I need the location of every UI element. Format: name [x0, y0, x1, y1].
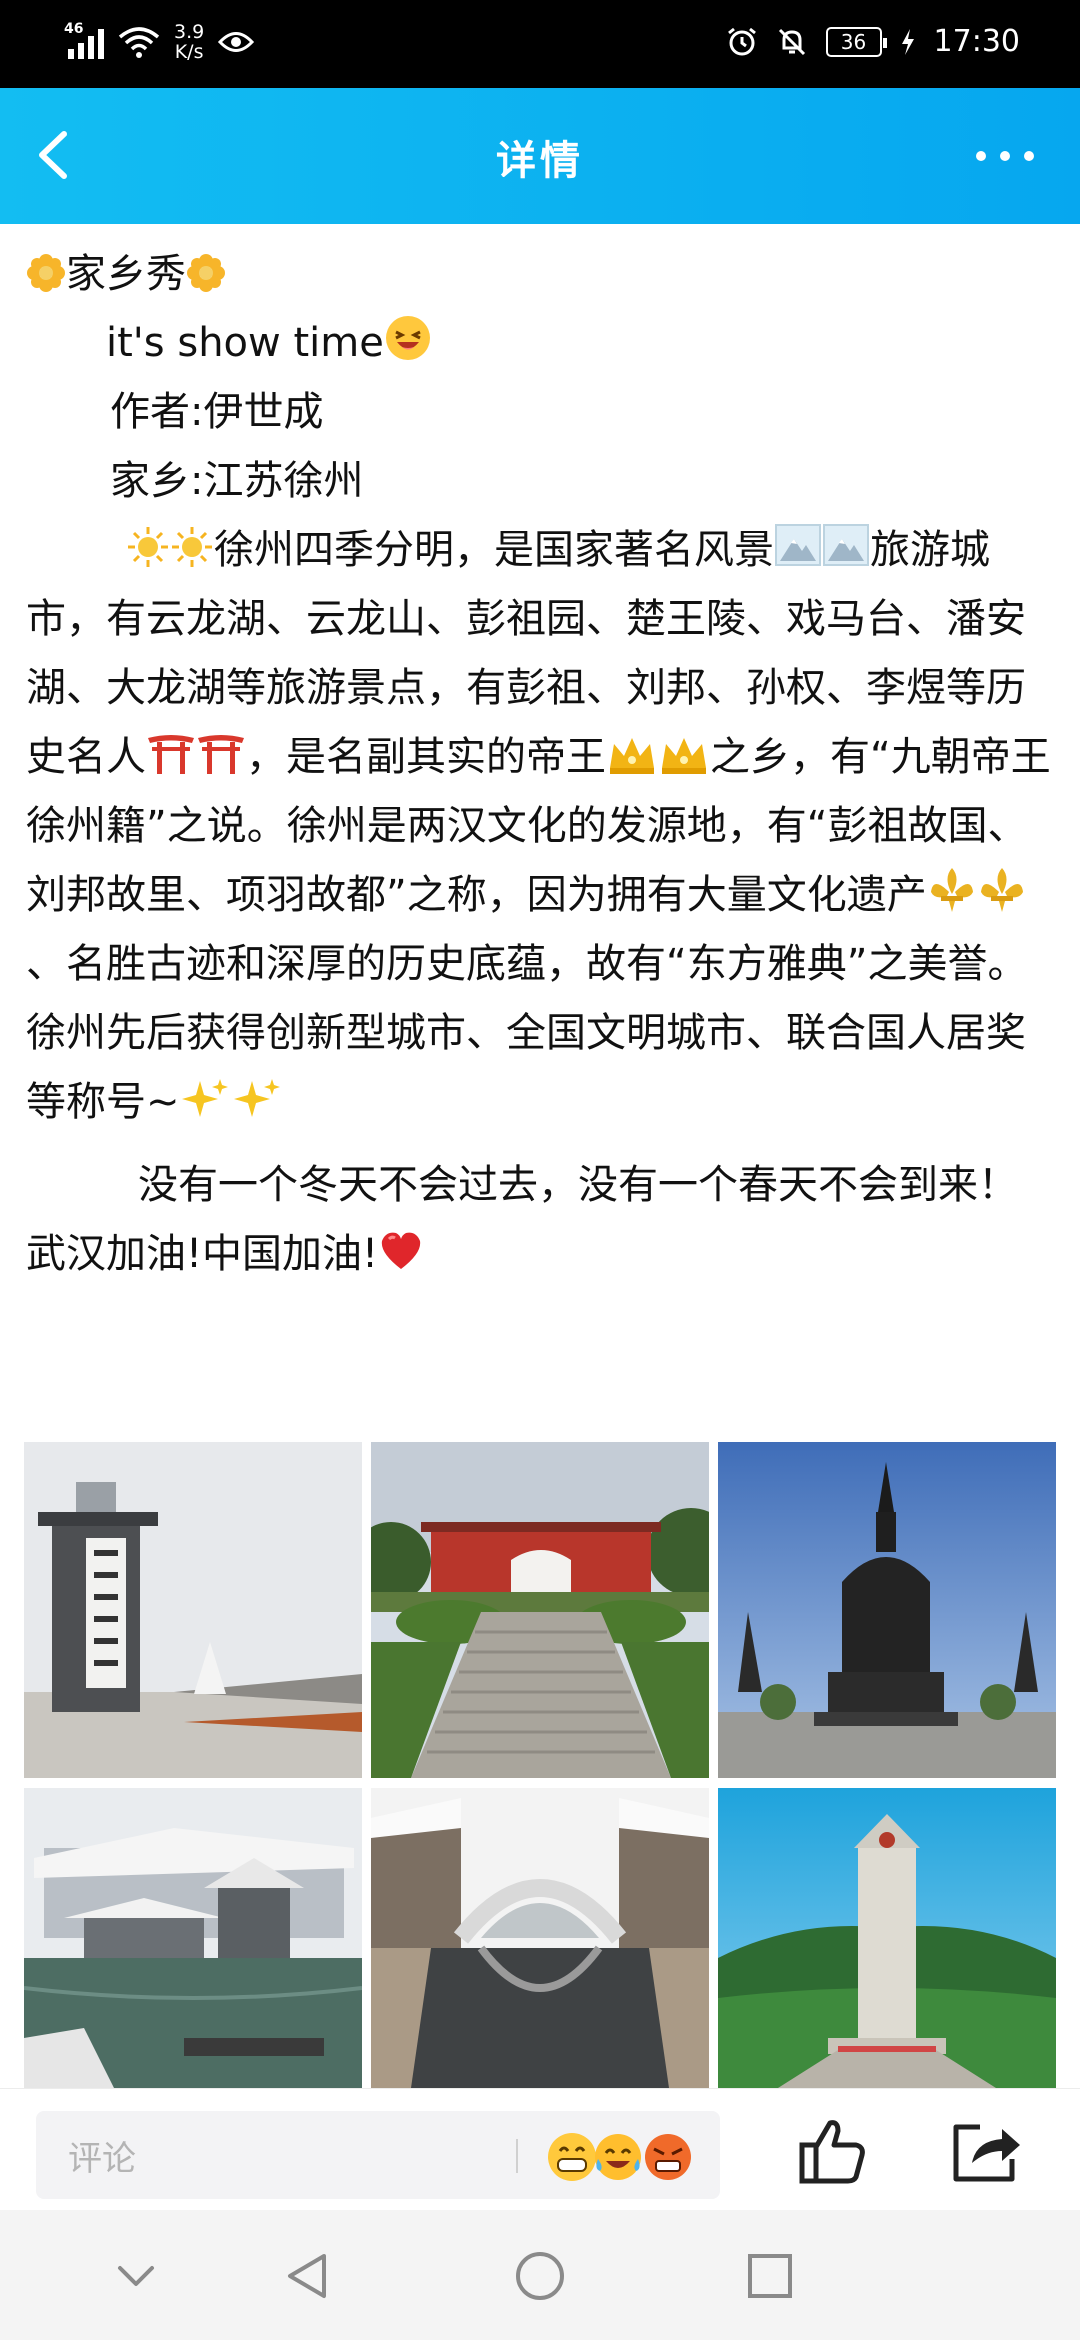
- photo-park-gate[interactable]: [24, 1442, 362, 1778]
- comment-input[interactable]: 评论: [36, 2111, 720, 2199]
- post-title: 家乡秀: [66, 251, 186, 297]
- intro-text-e: 、名胜古迹和深厚的历史底蕴，故有“东方雅典”之美誉。徐州先后获得创新型城市、全国…: [26, 941, 1028, 1125]
- photo-red-gate[interactable]: [371, 1442, 709, 1778]
- photo-canal-bridge[interactable]: [371, 1788, 709, 2088]
- sparkles-icon: [233, 1079, 280, 1117]
- tagline: it's show time: [106, 320, 384, 366]
- post-title-line: 家乡秀: [26, 240, 1056, 309]
- park-gate-photo: [24, 1442, 362, 1778]
- photo-snow-pavilion[interactable]: [24, 1788, 362, 2088]
- speed-value: 3.9: [174, 21, 205, 43]
- nav-back-icon[interactable]: [280, 2248, 336, 2304]
- memorial-tower-photo: [718, 1788, 1056, 2088]
- post-content: 家乡秀 it's show time 作者:伊世成 家乡:江苏徐州 徐州四季分明…: [26, 240, 1056, 1289]
- torii-gate-icon: [148, 735, 194, 774]
- more-options-icon[interactable]: [976, 138, 1040, 174]
- crown-icon: [662, 738, 706, 774]
- collapse-chevron-icon[interactable]: [108, 2248, 164, 2304]
- mountain-picture-icon: [823, 524, 869, 566]
- thumbs-up-icon[interactable]: [796, 2115, 868, 2187]
- blossom-icon: [27, 254, 65, 292]
- network-type: 46: [64, 21, 84, 37]
- grin-face-icon: [548, 2133, 596, 2181]
- red-heart-icon: [381, 1232, 421, 1269]
- canal-bridge-photo: [371, 1788, 709, 2088]
- snow-pavilion-lake-photo: [24, 1788, 362, 2088]
- fleur-de-lis-icon: [930, 868, 973, 912]
- eye-icon: [218, 32, 255, 52]
- battery-icon: 36: [825, 26, 887, 57]
- share-icon[interactable]: [950, 2119, 1024, 2185]
- tagline-line: it's show time: [26, 309, 1056, 378]
- nav-recents-icon[interactable]: [742, 2248, 798, 2304]
- tears-of-joy-icon: [595, 2134, 641, 2180]
- speed-unit: K/s: [174, 41, 204, 63]
- alarm-icon: [727, 27, 756, 55]
- network-speed: 3.9 K/s: [174, 22, 204, 62]
- closing-paragraph: 没有一个冬天不会过去，没有一个春天不会到来！武汉加油!中国加油!: [26, 1151, 1056, 1289]
- mute-bell-icon: [778, 28, 805, 55]
- crown-icon: [610, 738, 654, 774]
- photo-pagoda[interactable]: [718, 1442, 1056, 1778]
- sun-icon: [128, 527, 168, 567]
- nav-home-icon[interactable]: [512, 2248, 568, 2304]
- emoji-picker-icon[interactable]: [544, 2129, 700, 2185]
- comment-divider: [516, 2139, 518, 2173]
- app-header: 详情: [0, 88, 1080, 224]
- mountain-picture-icon: [775, 524, 821, 566]
- closing-text: 没有一个冬天不会过去，没有一个春天不会到来！武汉加油!中国加油!: [26, 1162, 1018, 1277]
- signal-icon: 46: [64, 21, 104, 59]
- hometown-line: 家乡:江苏徐州: [110, 458, 364, 504]
- author-line: 作者:伊世成: [110, 389, 324, 435]
- battery-level: 36: [840, 29, 867, 54]
- sun-icon: [172, 527, 212, 567]
- bottom-action-bar: 评论: [0, 2088, 1080, 2210]
- system-nav-bar: [0, 2210, 1080, 2340]
- fleur-de-lis-icon: [980, 868, 1023, 912]
- intro-paragraph: 徐州四季分明，是国家著名风景 旅游城市，有云龙湖、云龙山、彭祖园、楚王陵、戏马台…: [26, 516, 1056, 1137]
- comment-placeholder: 评论: [68, 2139, 136, 2179]
- grinning-face-icon: [385, 316, 430, 360]
- clock: 17:30: [933, 24, 1020, 59]
- torii-gate-icon: [198, 735, 244, 774]
- wifi-icon: [118, 27, 160, 58]
- red-gate-stairs-photo: [371, 1442, 709, 1778]
- status-bar: 46 3.9 K/s 36 17:30: [0, 0, 1080, 88]
- intro-text-a: 徐州四季分明，是国家著名风景: [214, 527, 774, 573]
- photo-memorial-tower[interactable]: [718, 1788, 1056, 2088]
- pagoda-monument-photo: [718, 1442, 1056, 1778]
- sparkles-icon: [181, 1079, 228, 1117]
- angry-face-icon: [645, 2134, 691, 2180]
- intro-text-c: ，是名副其实的帝王: [246, 734, 606, 780]
- blossom-icon: [187, 254, 225, 292]
- page-title: 详情: [496, 138, 584, 184]
- charging-icon: [901, 28, 914, 55]
